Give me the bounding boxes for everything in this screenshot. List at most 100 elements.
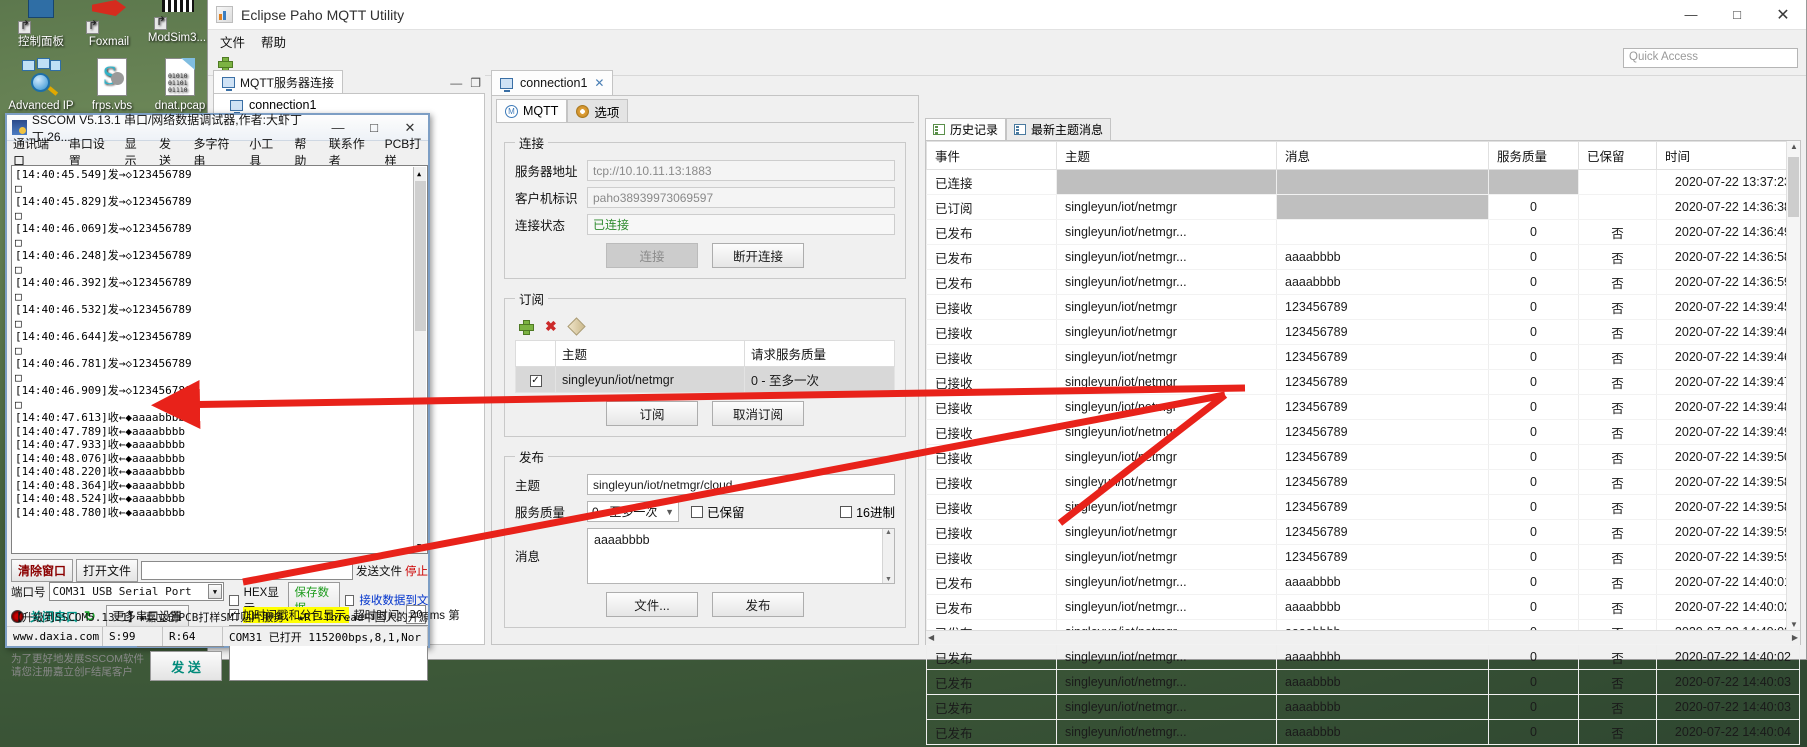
subscribe-button[interactable]: 订阅 [606, 401, 698, 426]
menu-item-multi-string[interactable]: 多字符串 [193, 135, 236, 169]
tab-history[interactable]: 历史记录 [925, 118, 1006, 140]
history-horizontal-scrollbar[interactable]: ◀▶ [926, 630, 1800, 644]
tab-mqtt-servers[interactable]: MQTT服务器连接 [213, 70, 343, 93]
cell-qos: 0 [1489, 470, 1579, 495]
table-row[interactable]: ✓ singleyun/iot/netmgr 0 - 至多一次 [516, 367, 895, 393]
desktop-icon-frps-vbs[interactable]: S frps.vbs [75, 58, 149, 112]
tab-latest-topic-messages[interactable]: 最新主题消息 [1006, 118, 1111, 140]
message-scrollbar[interactable] [882, 529, 894, 583]
cell-qos: 0 [1489, 370, 1579, 395]
menu-item-serial-settings[interactable]: 串口设置 [69, 135, 112, 169]
maximize-button[interactable]: □ [1714, 0, 1760, 30]
close-icon[interactable]: ✕ [594, 76, 604, 90]
col-message: 消息 [1277, 142, 1489, 170]
table-row[interactable]: 已接收singleyun/iot/netmgr1234567890否2020-0… [927, 345, 1800, 370]
minimize-button[interactable]: — [1668, 0, 1714, 30]
log-scrollbar[interactable] [413, 167, 426, 554]
row-checkbox-cell[interactable]: ✓ [516, 367, 556, 393]
menu-item-file[interactable]: 文件 [220, 32, 245, 51]
editor-tab-connection1[interactable]: connection1 ✕ [491, 70, 613, 95]
view-maximize-icon[interactable]: ❐ [470, 76, 481, 90]
publish-qos-select[interactable]: 0 - 至多一次 ▼ [587, 501, 679, 522]
status-site[interactable]: www.daxia.com [7, 627, 103, 646]
hex-display-checkbox[interactable] [229, 595, 239, 606]
menu-item-display[interactable]: 显示 [125, 135, 146, 169]
connect-button[interactable]: 连接 [606, 243, 698, 268]
menu-item-pcb[interactable]: PCB打样 [385, 135, 428, 169]
connection-legend: 连接 [515, 133, 548, 152]
add-icon[interactable] [519, 320, 532, 333]
stop-button[interactable]: 停止 [405, 563, 428, 579]
quick-access-input[interactable]: Quick Access [1623, 48, 1798, 68]
cell-event: 已发布 [927, 695, 1057, 720]
history-vertical-scrollbar[interactable] [1786, 141, 1800, 630]
table-row[interactable]: 已发布singleyun/iot/netmgr...aaaabbbb0否2020… [927, 245, 1800, 270]
file-path-input[interactable] [141, 561, 353, 580]
port-select[interactable]: COM31 USB Serial Port ▼ [49, 582, 225, 601]
tab-mqtt[interactable]: M MQTT [496, 99, 567, 122]
tab-options[interactable]: 选项 [567, 99, 628, 122]
table-row[interactable]: 已接收singleyun/iot/netmgr1234567890否2020-0… [927, 395, 1800, 420]
cell-retained: 否 [1579, 695, 1657, 720]
table-row[interactable]: 已接收singleyun/iot/netmgr1234567890否2020-0… [927, 520, 1800, 545]
table-row[interactable]: 已发布singleyun/iot/netmgr...aaaabbbb0否2020… [927, 645, 1800, 670]
table-row[interactable]: 已发布singleyun/iot/netmgr...aaaabbbb0否2020… [927, 670, 1800, 695]
retain-checkbox[interactable] [691, 506, 703, 518]
cell-event: 已接收 [927, 445, 1057, 470]
menu-item-comm-port[interactable]: 通讯端口 [13, 135, 56, 169]
table-row[interactable]: 已发布singleyun/iot/netmgr...aaaabbbb0否2020… [927, 570, 1800, 595]
menu-item-help[interactable]: 帮助 [294, 135, 315, 169]
sscom-file-row: 清除窗口 打开文件 发送文件 停止 [11, 559, 428, 582]
publish-button[interactable]: 发布 [712, 592, 804, 617]
delete-icon[interactable]: ✖ [545, 318, 557, 335]
menu-item-send[interactable]: 发送 [159, 135, 180, 169]
table-row[interactable]: 已接收singleyun/iot/netmgr1234567890否2020-0… [927, 320, 1800, 345]
table-row[interactable]: 已接收singleyun/iot/netmgr1234567890否2020-0… [927, 495, 1800, 520]
desktop-icon-advanced-ip[interactable]: Advanced IP [4, 58, 78, 112]
send-button[interactable]: 发 送 [150, 651, 222, 681]
table-row[interactable]: 已接收singleyun/iot/netmgr1234567890否2020-0… [927, 445, 1800, 470]
table-row[interactable]: 已发布singleyun/iot/netmgr...aaaabbbb0否2020… [927, 595, 1800, 620]
edit-icon[interactable] [567, 317, 585, 335]
file-button[interactable]: 文件... [606, 592, 698, 617]
menu-item-help[interactable]: 帮助 [261, 32, 286, 51]
table-row[interactable]: 已发布singleyun/iot/netmgr...aaaabbbb0否2020… [927, 270, 1800, 295]
publish-message-input[interactable]: aaaabbbb [587, 528, 895, 584]
unsubscribe-button[interactable]: 取消订阅 [712, 401, 804, 426]
table-row[interactable]: 已接收singleyun/iot/netmgr1234567890否2020-0… [927, 420, 1800, 445]
table-row[interactable]: 已连接2020-07-22 13:37:23 [927, 170, 1800, 195]
server-address-input[interactable]: tcp://10.10.11.13:1883 [587, 160, 895, 181]
checkbox[interactable]: ✓ [530, 375, 542, 387]
open-file-button[interactable]: 打开文件 [76, 559, 138, 582]
desktop-icon-dnat-pcap[interactable]: 010100110101110 dnat.pcap [143, 58, 217, 112]
table-row[interactable]: 已发布singleyun/iot/netmgr...aaaabbbb0否2020… [927, 720, 1800, 745]
publish-topic-input[interactable]: singleyun/iot/netmgr/cloud [587, 474, 895, 495]
menu-item-contact-author[interactable]: 联系作者 [329, 135, 372, 169]
table-row[interactable]: 已接收singleyun/iot/netmgr1234567890否2020-0… [927, 295, 1800, 320]
cell-time: 2020-07-22 14:39:46 [1657, 345, 1800, 370]
desktop-icon-label: Foxmail [72, 36, 146, 48]
menu-item-tools[interactable]: 小工具 [249, 135, 281, 169]
desktop-icon-modsim32[interactable]: ModSim3... [140, 0, 214, 44]
view-minimize-icon[interactable]: — [450, 76, 462, 90]
desktop-icon-control-panel[interactable]: 控制面板 [4, 0, 78, 48]
client-id-input[interactable]: paho38939973069597 [587, 187, 895, 208]
recv-to-file-checkbox[interactable] [345, 595, 355, 606]
clear-window-button[interactable]: 清除窗口 [11, 559, 73, 582]
table-row[interactable]: 已订阅singleyun/iot/netmgr02020-07-22 14:36… [927, 195, 1800, 220]
foxmail-icon [88, 0, 130, 34]
desktop-icon-foxmail[interactable]: Foxmail [72, 0, 146, 48]
table-row[interactable]: 已接收singleyun/iot/netmgr1234567890否2020-0… [927, 370, 1800, 395]
table-row[interactable]: 已接收singleyun/iot/netmgr1234567890否2020-0… [927, 545, 1800, 570]
send-file-button[interactable]: 发送文件 [356, 563, 402, 579]
disconnect-button[interactable]: 断开连接 [712, 243, 804, 268]
table-row[interactable]: 已发布singleyun/iot/netmgr...0否2020-07-22 1… [927, 220, 1800, 245]
new-connection-icon[interactable] [218, 57, 231, 70]
table-row[interactable]: 已发布singleyun/iot/netmgr...aaaabbbb0否2020… [927, 695, 1800, 720]
close-button[interactable]: ✕ [1760, 0, 1806, 30]
table-row[interactable]: 已接收singleyun/iot/netmgr1234567890否2020-0… [927, 470, 1800, 495]
hex-checkbox[interactable] [840, 506, 852, 518]
sscom-log-output[interactable]: [14:40:45.549]发→◇123456789□[14:40:45.829… [11, 165, 428, 554]
publish-message-row: 消息 aaaabbbb [515, 528, 895, 584]
chevron-down-icon[interactable]: ▼ [208, 584, 222, 599]
